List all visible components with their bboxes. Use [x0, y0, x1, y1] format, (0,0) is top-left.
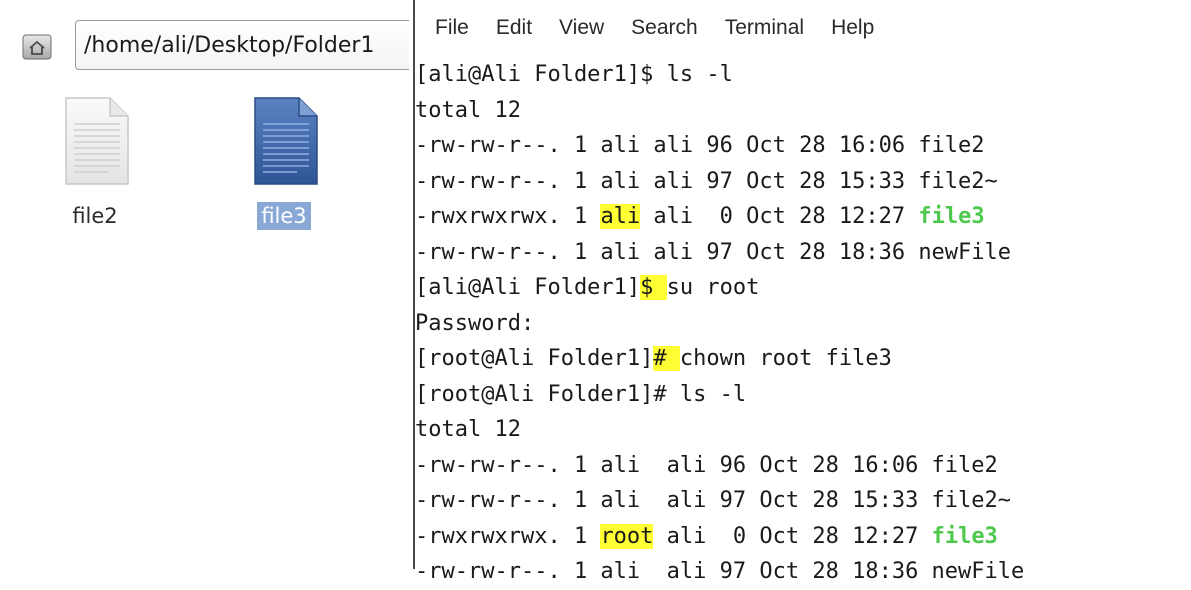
- terminal-text: [ali@Ali Folder1]$ ls -l: [415, 62, 733, 87]
- terminal-text: Password:: [415, 310, 535, 336]
- menu-help[interactable]: Help: [831, 16, 874, 40]
- highlighted-text: ali: [600, 204, 641, 229]
- terminal-text: -rw-rw-r--. 1 ali ali 97 Oct 28 18:36 ne…: [415, 239, 1012, 265]
- home-button[interactable]: [18, 27, 56, 65]
- terminal-line: [ali@Ali Folder1]$ ls -l: [415, 57, 1191, 93]
- file-manager-window: /home/ali/Desktop/Folder1 file2 file3: [0, 0, 413, 569]
- location-path-bar[interactable]: /home/ali/Desktop/Folder1: [75, 20, 409, 70]
- file-item-file3[interactable]: file3: [229, 96, 339, 230]
- terminal-text: chown root file3: [679, 346, 892, 371]
- terminal-line: Password:: [415, 306, 1191, 342]
- terminal-line: -rw-rw-r--. 1 ali ali 97 Oct 28 18:36 ne…: [415, 554, 1191, 590]
- terminal-menu-bar: File Edit View Search Terminal Help: [415, 8, 881, 48]
- terminal-line: -rwxrwxrwx. 1 ali ali 0 Oct 28 12:27 fil…: [415, 199, 1191, 235]
- highlighted-text: root: [600, 523, 654, 549]
- terminal-line: -rw-rw-r--. 1 ali ali 96 Oct 28 16:06 fi…: [415, 128, 1191, 164]
- menu-view[interactable]: View: [559, 16, 604, 40]
- executable-file-name: file3: [918, 204, 985, 229]
- home-icon: [22, 34, 52, 60]
- menu-edit[interactable]: Edit: [496, 16, 532, 40]
- terminal-text: -rw-rw-r--. 1 ali ali 96 Oct 28 16:06 fi…: [415, 133, 985, 158]
- terminal-text: [root@Ali Folder1]: [415, 346, 654, 371]
- terminal-text: total 12: [415, 417, 521, 442]
- terminal-line: total 12: [415, 93, 1191, 129]
- file-name-label: file2: [72, 204, 118, 228]
- terminal-text: su root: [666, 275, 760, 300]
- location-path-text: /home/ali/Desktop/Folder1: [84, 32, 375, 58]
- terminal-text: ali 0 Oct 28 12:27: [653, 523, 932, 549]
- terminal-line: -rw-rw-r--. 1 ali ali 96 Oct 28 16:06 fi…: [415, 448, 1191, 484]
- file-item-file2[interactable]: file2: [40, 96, 150, 230]
- file-name-label: file3: [257, 202, 311, 230]
- terminal-output[interactable]: [ali@Ali Folder1]$ ls -l total 12 -rw-rw-r…: [415, 57, 1191, 590]
- terminal-text: ali 0 Oct 28 12:27: [640, 204, 919, 229]
- menu-search[interactable]: Search: [631, 16, 698, 40]
- terminal-line: -rw-rw-r--. 1 ali ali 97 Oct 28 15:33 fi…: [415, 164, 1191, 200]
- terminal-text: -rw-rw-r--. 1 ali ali 97 Oct 28 15:33 fi…: [415, 488, 1012, 513]
- menu-file[interactable]: File: [435, 16, 469, 40]
- terminal-line: [root@Ali Folder1]# ls -l: [415, 377, 1191, 413]
- terminal-line: -rw-rw-r--. 1 ali ali 97 Oct 28 18:36 ne…: [415, 235, 1191, 271]
- terminal-line: [root@Ali Folder1]# chown root file3: [415, 341, 1191, 377]
- terminal-text: -rw-rw-r--. 1 ali ali 97 Oct 28 18:36 ne…: [415, 559, 1025, 584]
- terminal-text: total 12: [415, 97, 521, 123]
- text-document-icon: [65, 97, 129, 185]
- terminal-line: [ali@Ali Folder1]$ su root: [415, 270, 1191, 306]
- terminal-line: -rw-rw-r--. 1 ali ali 97 Oct 28 15:33 fi…: [415, 483, 1191, 519]
- terminal-line: -rwxrwxrwx. 1 root ali 0 Oct 28 12:27 fi…: [415, 519, 1191, 555]
- highlighted-text: $: [640, 275, 667, 300]
- terminal-text: [root@Ali Folder1]# ls -l: [415, 381, 747, 407]
- terminal-text: [ali@Ali Folder1]: [415, 275, 641, 300]
- highlighted-text: #: [653, 346, 680, 371]
- terminal-text: -rwxrwxrwx. 1: [415, 204, 601, 229]
- terminal-text: -rw-rw-r--. 1 ali ali 96 Oct 28 16:06 fi…: [415, 452, 998, 478]
- terminal-line: total 12: [415, 412, 1191, 448]
- blue-document-icon: [254, 97, 318, 185]
- terminal-text: -rwxrwxrwx. 1: [415, 523, 601, 549]
- menu-terminal[interactable]: Terminal: [725, 16, 804, 40]
- executable-file-name: file3: [931, 523, 998, 549]
- terminal-text: -rw-rw-r--. 1 ali ali 97 Oct 28 15:33 fi…: [415, 168, 998, 194]
- terminal-window: File Edit View Search Terminal Help [ali…: [413, 0, 1191, 584]
